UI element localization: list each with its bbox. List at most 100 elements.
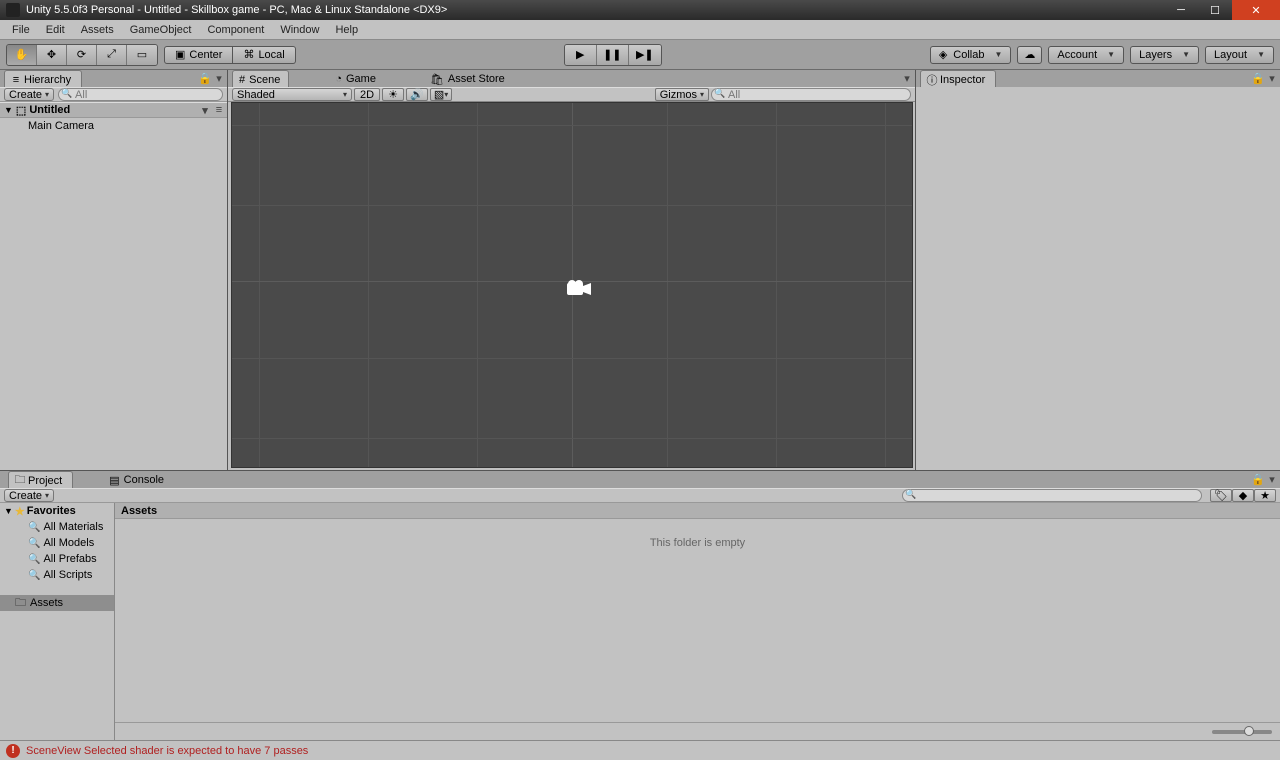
panel-menu-icon[interactable]: ▾ <box>1266 473 1278 485</box>
menu-window[interactable]: Window <box>272 22 327 38</box>
collab-label: Collab <box>953 49 984 61</box>
menu-gameobject[interactable]: GameObject <box>122 22 200 38</box>
project-search[interactable] <box>902 489 1202 502</box>
maximize-button[interactable]: ☐ <box>1198 0 1232 20</box>
search-by-label[interactable]: ◆ <box>1232 489 1254 502</box>
play-controls: ▶ ❚❚ ▶❚ <box>564 44 662 66</box>
menu-component[interactable]: Component <box>199 22 272 38</box>
toggle-fx[interactable]: ▧▾ <box>430 88 452 101</box>
lock-icon[interactable]: 🔒 <box>199 72 211 84</box>
toggle-2d-label: 2D <box>360 89 374 101</box>
lock-icon[interactable]: 🔒 <box>1252 72 1264 84</box>
scale-tool[interactable]: ⤢ <box>97 45 127 65</box>
tab-game[interactable]: ◔Game <box>329 70 384 87</box>
main-toolbar: ✋ ✥ ⟳ ⤢ ▭ ▣Center ⌘Local ▶ ❚❚ ▶❚ ◈Collab… <box>0 40 1280 70</box>
tab-project[interactable]: 🗀Project <box>8 471 73 488</box>
play-icon: ▶ <box>576 48 584 61</box>
account-dropdown[interactable]: Account ▼ <box>1048 46 1124 64</box>
tab-inspector[interactable]: ⓘInspector <box>920 70 996 87</box>
chevron-down-icon: ▼ <box>994 50 1002 59</box>
window-title: Unity 5.5.0f3 Personal - Untitled - Skil… <box>26 4 1164 16</box>
project-tab-label: Project <box>28 475 62 487</box>
panel-menu-icon[interactable]: ▾ <box>213 72 225 84</box>
panel-menu-icon[interactable]: ▾ <box>901 72 913 84</box>
scene-name: Untitled <box>29 104 70 116</box>
menu-assets[interactable]: Assets <box>73 22 122 38</box>
scene-viewport[interactable] <box>231 102 913 468</box>
panel-menu-icon[interactable]: ▾ <box>1266 72 1278 84</box>
tab-scene[interactable]: #Scene <box>232 70 289 87</box>
favorites-label: Favorites <box>27 505 76 517</box>
minimize-button[interactable]: ─ <box>1164 0 1198 20</box>
scene-panel: #Scene ◔Game 🛍Asset Store ▾ Shaded▾ 2D ☀… <box>228 70 915 470</box>
toggle-lighting[interactable]: ☀ <box>382 88 404 101</box>
save-search[interactable]: ★ <box>1254 489 1276 502</box>
camera-gizmo-icon <box>565 278 593 298</box>
favorite-item[interactable]: 🔍All Materials <box>0 519 114 535</box>
hierarchy-tab-label: Hierarchy <box>24 74 71 86</box>
close-button[interactable]: ✕ <box>1232 0 1280 20</box>
play-button[interactable]: ▶ <box>565 45 597 65</box>
asset-store-icon: 🛍 <box>430 73 444 86</box>
slider-thumb[interactable] <box>1244 726 1254 736</box>
search-icon: 🔍 <box>28 554 40 565</box>
shading-label: Shaded <box>237 89 275 101</box>
sun-icon: ☀ <box>388 88 398 101</box>
cloud-button[interactable]: ☁ <box>1017 46 1042 64</box>
project-create-dropdown[interactable]: Create▾ <box>4 489 54 502</box>
favorite-label: All Scripts <box>43 569 92 581</box>
shading-mode-dropdown[interactable]: Shaded▾ <box>232 88 352 101</box>
search-icon: 🔍 <box>28 522 40 533</box>
toggle-audio[interactable]: 🔊 <box>406 88 428 101</box>
chevron-down-icon: ▼ <box>1107 50 1115 59</box>
step-button[interactable]: ▶❚ <box>629 45 661 65</box>
menu-edit[interactable]: Edit <box>38 22 73 38</box>
pause-button[interactable]: ❚❚ <box>597 45 629 65</box>
expand-icon: ▼ <box>4 105 13 115</box>
toggle-2d[interactable]: 2D <box>354 88 380 101</box>
pivot-local-toggle[interactable]: ⌘Local <box>233 46 295 64</box>
gizmos-dropdown[interactable]: Gizmos▾ <box>655 88 709 101</box>
move-tool[interactable]: ✥ <box>37 45 67 65</box>
hand-icon: ✋ <box>15 48 29 61</box>
gameobject-row[interactable]: Main Camera <box>0 118 227 134</box>
tab-console[interactable]: ▤Console <box>103 471 172 488</box>
hand-tool[interactable]: ✋ <box>7 45 37 65</box>
scene-search[interactable]: All <box>711 88 911 101</box>
tab-hierarchy[interactable]: ≡Hierarchy <box>4 70 82 87</box>
pivot-center-toggle[interactable]: ▣Center <box>164 46 233 64</box>
favorite-label: All Materials <box>43 521 103 533</box>
assets-folder[interactable]: 🗀Assets <box>0 595 114 611</box>
chevron-down-icon: ▼ <box>1257 50 1265 59</box>
favorite-item[interactable]: 🔍All Models <box>0 535 114 551</box>
hierarchy-create-dropdown[interactable]: Create▾ <box>4 88 54 101</box>
tab-asset-store[interactable]: 🛍Asset Store <box>424 70 513 87</box>
status-bar[interactable]: ! SceneView Selected shader is expected … <box>0 740 1280 760</box>
layers-dropdown[interactable]: Layers▼ <box>1130 46 1199 64</box>
layout-dropdown[interactable]: Layout ▼ <box>1205 46 1274 64</box>
chevron-down-icon: ▾ <box>45 90 49 99</box>
favorite-item[interactable]: 🔍All Scripts <box>0 567 114 583</box>
favorites-header[interactable]: ▼★Favorites <box>0 503 114 519</box>
collab-dropdown[interactable]: ◈Collab▼ <box>930 46 1012 64</box>
scene-options-icon[interactable]: ≡ <box>213 104 225 116</box>
error-icon: ! <box>6 744 20 758</box>
search-by-type[interactable]: 🏷 <box>1210 489 1232 502</box>
menu-help[interactable]: Help <box>327 22 366 38</box>
thumbnail-size-slider[interactable] <box>1212 730 1272 734</box>
hierarchy-search[interactable]: All <box>58 88 223 101</box>
menu-file[interactable]: File <box>4 22 38 38</box>
folder-icon: 🗀 <box>15 476 25 486</box>
window-titlebar: Unity 5.5.0f3 Personal - Untitled - Skil… <box>0 0 1280 20</box>
rect-tool[interactable]: ▭ <box>127 45 157 65</box>
rotate-tool[interactable]: ⟳ <box>67 45 97 65</box>
expand-icon: ▼ <box>4 506 13 516</box>
audio-icon: 🔊 <box>410 88 424 101</box>
layout-label: Layout <box>1214 49 1247 61</box>
project-breadcrumb[interactable]: Assets <box>115 503 1280 519</box>
favorite-item[interactable]: 🔍All Prefabs <box>0 551 114 567</box>
scene-menu-icon[interactable]: ▾ <box>199 104 211 116</box>
lock-icon[interactable]: 🔒 <box>1252 473 1264 485</box>
scene-header[interactable]: ▼ ⬚ Untitled ▾≡ <box>0 102 227 118</box>
account-label: Account <box>1057 49 1097 61</box>
